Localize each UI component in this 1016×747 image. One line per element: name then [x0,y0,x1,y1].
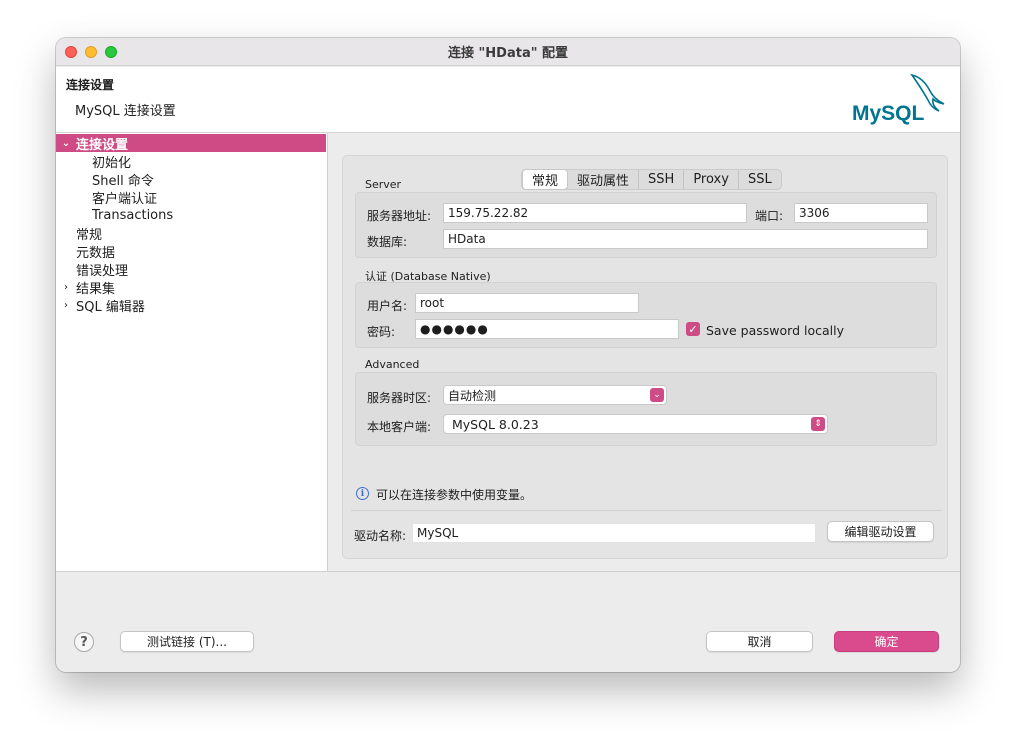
save-password-label[interactable]: Save password locally [706,323,844,338]
variables-hint: 可以在连接参数中使用变量。 [376,488,533,502]
port-label: 端口: [755,209,784,223]
tab-ssh[interactable]: SSH [639,170,685,189]
sidebar-item-label: 客户端认证 [92,191,158,207]
sidebar-item-init[interactable]: 初始化 [56,152,326,171]
timezone-select[interactable]: 自动检测 ⌄ [443,385,667,405]
host-label: 服务器地址: [367,209,432,223]
sidebar-item-sql-editor[interactable]: › SQL 编辑器 [56,296,326,315]
mysql-logo-my: MySQL [852,102,925,125]
page-subtitle: MySQL 连接设置 [75,104,176,119]
page-title: 连接设置 [66,78,115,92]
sidebar-item-shell-commands[interactable]: Shell 命令 [56,170,326,189]
ok-button[interactable]: 确定 [834,631,939,652]
up-down-chevron-icon[interactable]: ⇕ [811,417,825,431]
settings-tree: ⌄ 连接设置 初始化 Shell 命令 客户端认证 Transactions 常… [56,133,328,571]
title-bar: 连接 "HData" 配置 [56,38,960,66]
sidebar-item-general[interactable]: 常规 [56,224,326,243]
maximize-window-button[interactable] [105,46,117,58]
window-title: 连接 "HData" 配置 [447,46,569,61]
sidebar-item-client-auth[interactable]: 客户端认证 [56,188,326,207]
sidebar-item-connection-settings[interactable]: ⌄ 连接设置 [56,134,326,153]
chevron-right-icon[interactable]: › [61,282,71,293]
server-section-label: Server [365,178,402,191]
edit-driver-settings-button[interactable]: 编辑驱动设置 [827,521,934,542]
chevron-down-icon[interactable]: ⌄ [61,138,71,149]
sidebar-item-label: Transactions [92,207,174,223]
sidebar-item-result-sets[interactable]: › 结果集 [56,278,326,297]
sidebar-item-label: SQL 编辑器 [76,299,145,315]
cancel-button[interactable]: 取消 [706,631,813,652]
local-client-label: 本地客户端: [367,420,432,434]
auth-group: 用户名: root 密码: ●●●●●● ✓ Save password loc… [355,282,937,348]
sidebar-item-label: 结果集 [76,281,116,297]
mysql-logo: MySQL [852,73,945,125]
driver-name-field: MySQL [412,523,816,543]
sidebar-item-label: 元数据 [76,245,116,261]
minimize-window-button[interactable] [85,46,97,58]
chevron-right-icon[interactable]: › [61,300,71,311]
test-connection-button[interactable]: 测试链接 (T)... [120,631,254,652]
tab-bar: 常规 驱动属性 SSH Proxy SSL [521,169,782,190]
timezone-value: 自动检测 [448,388,497,403]
advanced-section-label: Advanced [365,358,420,371]
sidebar-item-transactions[interactable]: Transactions [56,206,326,224]
local-client-select[interactable]: MySQL 8.0.23 ⇕ [443,414,828,434]
settings-content: 常规 驱动属性 SSH Proxy SSL Server 服务器地址: 159.… [329,133,960,571]
server-group: 服务器地址: 159.75.22.82 端口: 3306 数据库: HData [355,192,937,258]
username-label: 用户名: [367,299,408,313]
window-controls [65,46,117,58]
tab-ssl[interactable]: SSL [739,170,781,189]
password-input[interactable]: ●●●●●● [415,319,679,339]
driver-divider [351,510,941,511]
advanced-group: 服务器时区: 自动检测 ⌄ 本地客户端: MySQL 8.0.23 ⇕ [355,372,937,446]
database-label: 数据库: [367,235,408,249]
sidebar-item-error-handling[interactable]: 错误处理 [56,260,326,279]
sidebar-item-label: Shell 命令 [92,173,154,189]
connection-panel: 常规 驱动属性 SSH Proxy SSL Server 服务器地址: 159.… [342,155,948,559]
close-window-button[interactable] [65,46,77,58]
sidebar-item-label: 常规 [76,227,103,243]
username-input[interactable]: root [415,293,639,313]
sidebar-item-label: 连接设置 [76,137,129,153]
sidebar-item-label: 错误处理 [76,263,129,279]
page-header: 连接设置 MySQL 连接设置 MySQL [56,67,960,133]
database-input[interactable]: HData [443,229,928,249]
save-password-checkbox[interactable]: ✓ [686,322,700,336]
local-client-value: MySQL 8.0.23 [452,416,539,432]
timezone-label: 服务器时区: [367,391,432,405]
info-icon: i [356,487,369,500]
sidebar-item-label: 初始化 [92,155,132,171]
help-icon[interactable]: ? [74,632,94,652]
tab-general[interactable]: 常规 [522,169,569,190]
driver-name-label: 驱动名称: [354,529,407,543]
dialog-footer: ? 测试链接 (T)... 取消 确定 [56,571,960,672]
sidebar-item-metadata[interactable]: 元数据 [56,242,326,261]
host-input[interactable]: 159.75.22.82 [443,203,747,223]
connection-config-window: 连接 "HData" 配置 连接设置 MySQL 连接设置 MySQL ⌄ 连接… [56,38,960,672]
password-label: 密码: [367,325,396,339]
chevron-down-icon[interactable]: ⌄ [650,388,664,402]
tab-driver-properties[interactable]: 驱动属性 [568,170,640,189]
port-input[interactable]: 3306 [794,203,928,223]
tab-proxy[interactable]: Proxy [684,170,739,189]
